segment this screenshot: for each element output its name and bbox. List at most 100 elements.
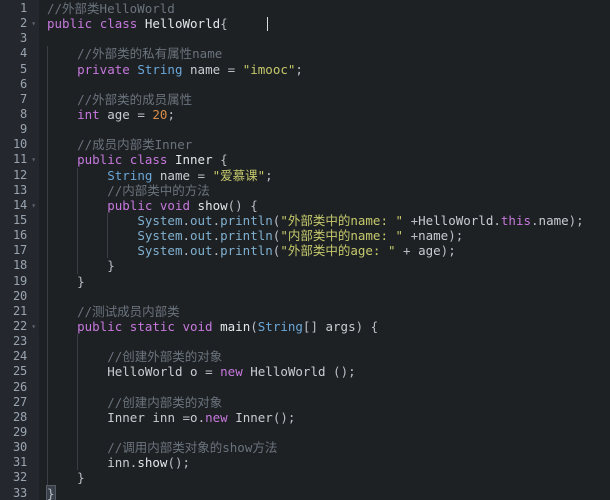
code-line[interactable]: } [40,258,610,274]
code-token: { [212,152,228,168]
line-number: 19 [12,273,27,288]
line-number-list: 1 2 ▾ 3 4 5 6 7 8 9 10 11 ▾ 12 13 14 ▾ 15 16 17 18 19 20 21 22 ▾ 2… [0,0,40,500]
code-token: //外部类的私有属性name [47,46,223,62]
code-token: + [403,228,419,244]
indent-guide [47,152,48,168]
code-line[interactable] [40,31,610,46]
code-line[interactable]: private String name = "imooc"; [40,61,610,77]
indent-guide [77,409,79,425]
code-token: . [212,243,221,259]
code-line[interactable]: //外部类的成员属性 [40,91,610,107]
code-token: //创建内部类的对象 [47,394,223,410]
indent-guide [107,228,109,244]
code-line-list: //外部类HelloWorld public class HelloWorld{ … [40,1,610,500]
fold-toggle-icon[interactable]: ▾ [29,16,38,31]
indent-guide [47,76,48,92]
code-content-area[interactable]: //外部类HelloWorld public class HelloWorld{ … [40,0,610,500]
code-line[interactable]: System.out.println("内部类中的name: " +name); [40,228,610,244]
fold-toggle-icon[interactable]: ▾ [29,319,38,334]
code-line[interactable] [40,288,610,304]
code-line[interactable] [40,379,610,395]
code-token: println [220,228,273,244]
code-token: //外部类HelloWorld [47,1,175,16]
line-number: 10 [12,137,27,152]
fold-toggle-icon[interactable]: ▾ [29,152,38,167]
line-number: 5 [19,61,27,76]
code-line[interactable]: //调用内部类对象的show方法 [40,440,610,456]
code-editor[interactable]: 1 2 ▾ 3 4 5 6 7 8 9 10 11 ▾ 12 13 14 ▾ 15 16 17 18 19 20 21 22 ▾ 2… [0,0,610,500]
line-number: 30 [12,440,27,455]
fold-toggle-icon[interactable]: ▾ [29,198,38,213]
indent-guide [77,182,79,198]
code-token: //创建外部类的对象 [47,349,223,365]
code-token: = [182,409,191,425]
code-token: inn [152,409,175,425]
code-line[interactable]: public class HelloWorld{ [40,16,610,31]
indent-guide [77,440,79,456]
code-line[interactable] [40,76,610,92]
code-token: age [418,243,441,259]
code-line[interactable] [40,122,610,138]
code-token: o [190,364,198,380]
indent-guide [77,334,79,350]
code-token: String [137,61,183,77]
code-line[interactable]: } [40,273,610,289]
code-token: "外部类中的name: " [280,212,404,228]
code-token: name [538,212,569,228]
code-token: show [137,455,168,471]
line-number: 29 [12,424,27,439]
line-number: 16 [12,228,27,243]
indent-guide [47,349,48,365]
code-line[interactable]: Inner inn =o.new Inner(); [40,409,610,425]
code-line[interactable]: HelloWorld o = new HelloWorld (); [40,364,610,380]
code-token: ; [167,106,175,122]
code-line[interactable]: System.out.println("外部类中的name: " +HelloW… [40,212,610,229]
code-token: void [159,197,191,213]
line-number: 18 [12,258,27,273]
code-token: . [531,212,539,228]
line-number: 22 ▾ [0,319,40,334]
code-line[interactable]: //内部类中的方法 [40,182,610,198]
code-token: String [257,318,303,334]
code-line[interactable]: public class Inner { [40,152,610,168]
code-line[interactable] [40,334,610,350]
code-line[interactable]: } [40,484,610,500]
code-line[interactable]: inn.show(); [40,455,610,471]
line-number-gutter[interactable]: 1 2 ▾ 3 4 5 6 7 8 9 10 11 ▾ 12 13 14 ▾ 15 16 17 18 19 20 21 22 ▾ 2… [0,0,40,500]
code-line[interactable]: //外部类的私有属性name [40,46,610,62]
code-token: name [190,61,221,77]
code-line[interactable]: public void show() { [40,197,610,213]
code-line[interactable]: public static void main(String[] args) { [40,318,610,335]
indent-guide [47,394,48,410]
code-line[interactable]: System.out.println("外部类中的age: " + age); [40,243,610,259]
code-token: . [182,228,190,244]
code-token: public [47,16,93,32]
code-line[interactable]: //创建外部类的对象 [40,349,610,365]
code-token: = [205,364,213,380]
code-token: [] [302,318,326,334]
code-line[interactable]: //创建内部类的对象 [40,394,610,410]
code-line[interactable]: //测试成员内部类 [40,303,610,319]
code-token: + [403,212,419,228]
code-line[interactable]: } [40,470,610,486]
code-token: public [77,318,123,334]
code-token: name [418,228,449,244]
code-token: { [220,16,228,32]
code-line[interactable]: String name = "爱慕课"; [40,167,610,183]
code-line[interactable]: //成员内部类Inner [40,137,610,153]
code-token: void [182,318,213,334]
code-token: ); [568,212,584,228]
code-token: "内部类中的name: " [280,228,404,244]
indent-guide [47,122,48,138]
code-token: inn [107,455,130,471]
indent-guide [47,61,48,77]
code-token: HelloWorld [144,16,221,32]
code-line[interactable]: //外部类HelloWorld [40,1,610,16]
code-token: "外部类中的age: " [280,243,396,259]
code-line[interactable] [40,424,610,441]
code-line[interactable]: int age = 20; [40,106,610,123]
